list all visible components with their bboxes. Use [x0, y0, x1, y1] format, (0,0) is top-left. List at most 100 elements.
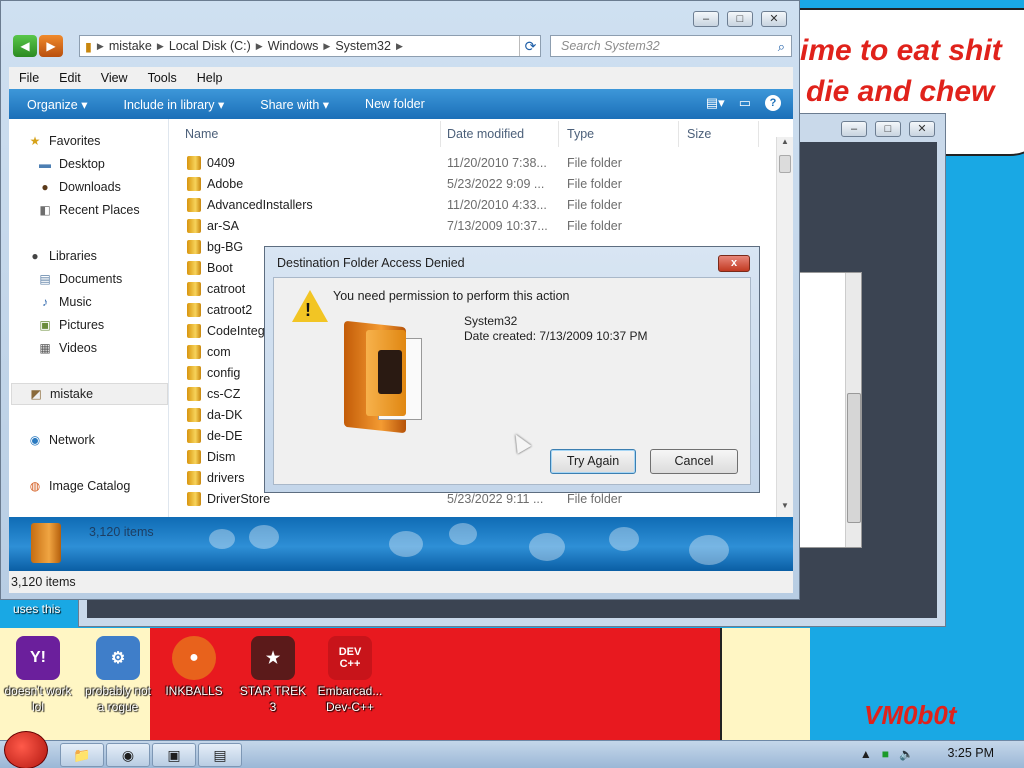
vertical-scrollbar[interactable]: ▲ ▼ [776, 137, 793, 517]
folder-icon [187, 282, 201, 296]
taskbar-minecraft-button[interactable]: ▣ [152, 743, 196, 767]
menu-tools[interactable]: Tools [138, 71, 187, 85]
network-status-icon[interactable]: ■ [882, 747, 889, 761]
table-row[interactable]: ar-SA 7/13/2009 10:37... File folder [169, 216, 775, 237]
scrollbar[interactable] [845, 273, 861, 547]
breadcrumb-item[interactable]: System32 [335, 39, 391, 53]
star-icon: ★ [29, 134, 41, 148]
file-date: 11/20/2010 4:33... [447, 198, 547, 212]
file-name: drivers [207, 471, 245, 485]
taskbar-explorer-button[interactable]: 📁 [60, 743, 104, 767]
chevron-right-icon: ▶ [323, 40, 331, 51]
nav-libraries[interactable]: ● Libraries [27, 245, 184, 267]
volume-icon[interactable]: 🔈 [899, 747, 914, 761]
minimize-button[interactable]: – [693, 11, 719, 27]
try-again-button[interactable]: Try Again [550, 449, 636, 474]
breadcrumb-item[interactable]: Windows [268, 39, 319, 53]
wallpaper-shape-right [720, 628, 810, 740]
organize-button[interactable]: Organize ▾ [9, 97, 105, 112]
menu-edit[interactable]: Edit [49, 71, 91, 85]
breadcrumb-item[interactable]: Local Disk (C:) [169, 39, 251, 53]
new-folder-button[interactable]: New folder [347, 97, 443, 111]
desktop-icon-devcpp[interactable]: DEV C++ Embarcad... Dev-C++ [314, 636, 386, 715]
toolbar-right-group: ▤▾ ▭ ? [706, 95, 781, 111]
table-row[interactable]: Adobe 5/23/2022 9:09 ... File folder [169, 174, 775, 195]
menu-file[interactable]: File [9, 71, 49, 85]
folder-icon [187, 408, 201, 422]
dialog-title: Destination Folder Access Denied [277, 256, 465, 270]
command-toolbar: Organize ▾ Include in library ▾ Share wi… [9, 89, 793, 119]
help-icon[interactable]: ? [765, 95, 781, 111]
table-row[interactable]: 0409 11/20/2010 7:38... File folder [169, 153, 775, 174]
desktop-icon-label: INKBALLS [165, 684, 223, 698]
show-hidden-icons-icon[interactable]: ▲ [860, 747, 872, 761]
music-icon: ♪ [42, 295, 48, 309]
maximize-button[interactable]: □ [875, 121, 901, 137]
yahoo-messenger-icon: Y! [16, 636, 60, 680]
nav-mistake[interactable]: ◩ mistake [11, 383, 168, 405]
close-button[interactable]: ✕ [909, 121, 935, 137]
chevron-right-icon: ▶ [255, 40, 263, 51]
decorative-bubble [449, 523, 477, 545]
column-header-size[interactable]: Size [679, 121, 759, 147]
cancel-button[interactable]: Cancel [650, 449, 738, 474]
back-arrow-icon[interactable]: ◀ [13, 35, 37, 57]
maximize-button[interactable]: □ [727, 11, 753, 27]
column-header-date[interactable]: Date modified [439, 121, 559, 147]
search-input[interactable]: Search System32 ⌕ [550, 35, 792, 57]
pictures-icon: ▣ [39, 318, 51, 332]
scroll-up-icon[interactable]: ▲ [777, 137, 793, 153]
desktop-icon-yahoo[interactable]: Y! doesn't work lol [2, 636, 74, 715]
dev-cpp-icon: DEV C++ [328, 636, 372, 680]
file-name: CodeInteg [207, 324, 265, 338]
libraries-icon: ● [31, 249, 39, 263]
change-view-icon[interactable]: ▤▾ [706, 95, 725, 111]
folder-icon [187, 345, 201, 359]
address-bar[interactable]: ▮ ▶ mistake ▶ Local Disk (C:) ▶ Windows … [79, 35, 541, 57]
file-name: ar-SA [207, 219, 239, 233]
scroll-down-icon[interactable]: ▼ [777, 501, 793, 517]
desktop-icon-rogue[interactable]: ⚙ probably not a rogue [82, 636, 154, 715]
folder-icon [187, 303, 201, 317]
nav-favorites[interactable]: ★ Favorites [27, 130, 184, 152]
taskbar-app-button[interactable]: ▤ [198, 743, 242, 767]
desktop-icon-star-trek[interactable]: ★ STAR TREK 3 [237, 636, 309, 715]
file-name: bg-BG [207, 240, 244, 254]
close-icon[interactable]: x [718, 255, 750, 272]
folder-icon [187, 240, 201, 254]
nav-label: Pictures [59, 318, 105, 332]
minimize-button[interactable]: – [841, 121, 867, 137]
refresh-icon[interactable]: ⟳ [519, 36, 541, 56]
documents-icon: ▤ [39, 272, 51, 286]
include-in-library-button[interactable]: Include in library ▾ [105, 97, 242, 112]
column-header-name[interactable]: Name [177, 121, 441, 147]
clock[interactable]: 3:25 PM [947, 746, 994, 760]
column-header-type[interactable]: Type [559, 121, 679, 147]
file-type: File folder [567, 177, 622, 191]
scrollbar-thumb[interactable] [847, 393, 861, 523]
nav-label: Documents [59, 272, 123, 286]
start-button[interactable] [4, 731, 48, 768]
search-icon[interactable]: ⌕ [778, 37, 785, 57]
breadcrumb-item[interactable]: mistake [109, 39, 152, 53]
nav-label: Network [49, 433, 95, 447]
close-button[interactable]: ✕ [761, 11, 787, 27]
preview-pane-icon[interactable]: ▭ [739, 95, 751, 111]
nav-image-catalog[interactable]: ◍ Image Catalog [27, 475, 184, 497]
file-name: cs-CZ [207, 387, 241, 401]
table-row[interactable]: AdvancedInstallers 11/20/2010 4:33... File… [169, 195, 775, 216]
menu-view[interactable]: View [91, 71, 138, 85]
nav-network[interactable]: ◉ Network [27, 429, 184, 451]
navigation-buttons: ◀ ▶ [13, 35, 63, 57]
access-denied-dialog[interactable]: Destination Folder Access Denied x ! You… [264, 246, 760, 493]
folder-icon [187, 471, 201, 485]
desktop-icon-inkballs[interactable]: ● INKBALLS [158, 636, 230, 699]
desktop-icon-label: doesn't work lol [4, 684, 72, 714]
forward-arrow-icon[interactable]: ▶ [39, 35, 63, 57]
folder-icon [187, 366, 201, 380]
decorative-bubble [609, 527, 639, 551]
scrollbar-thumb[interactable] [779, 155, 791, 173]
menu-help[interactable]: Help [187, 71, 233, 85]
share-with-button[interactable]: Share with ▾ [242, 97, 347, 112]
taskbar-chrome-button[interactable]: ◉ [106, 743, 150, 767]
